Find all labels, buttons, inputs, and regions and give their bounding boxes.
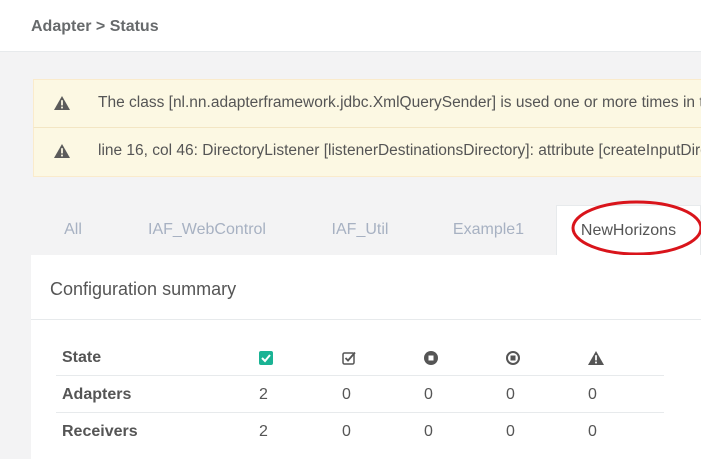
- warning-alert: The class [nl.nn.adapterframework.jdbc.X…: [33, 79, 701, 128]
- table-row: Adapters 2 0 0 0 0: [56, 376, 664, 413]
- state-column-header: State: [62, 349, 102, 366]
- stop-circle-dot-icon: [506, 351, 520, 365]
- count-error: 0: [588, 423, 597, 440]
- row-label: Adapters: [62, 386, 132, 403]
- tab-iaf-util[interactable]: IAF_Util: [299, 205, 421, 255]
- tab-newhorizons[interactable]: NewHorizons: [556, 205, 701, 255]
- tab-all[interactable]: All: [31, 205, 115, 255]
- warning-icon: [54, 144, 70, 158]
- count-stopping: 0: [506, 386, 515, 403]
- configuration-tabs: All IAF_WebControl IAF_Util Example1 New…: [31, 205, 701, 255]
- check-square-filled-icon: [259, 351, 273, 365]
- count-starting: 0: [342, 386, 351, 403]
- row-label: Receivers: [62, 423, 138, 440]
- warning-icon: [54, 96, 70, 110]
- alert-text: The class [nl.nn.adapterframework.jdbc.X…: [98, 94, 701, 111]
- count-started: 2: [259, 423, 268, 440]
- count-stopping: 0: [506, 423, 515, 440]
- breadcrumb: Adapter > Status: [31, 18, 159, 35]
- tab-iaf-webcontrol[interactable]: IAF_WebControl: [115, 205, 299, 255]
- table-header-row: State: [56, 339, 664, 376]
- tab-example1[interactable]: Example1: [421, 205, 556, 255]
- stop-circle-icon: [424, 351, 438, 365]
- warning-alert: line 16, col 46: DirectoryListener [list…: [33, 128, 701, 177]
- panel-title: Configuration summary: [50, 279, 237, 299]
- table-row: Receivers 2 0 0 0 0: [56, 413, 664, 450]
- count-started: 2: [259, 386, 268, 403]
- count-stopped: 0: [424, 386, 433, 403]
- warning-icon: [588, 351, 604, 365]
- count-starting: 0: [342, 423, 351, 440]
- check-square-outline-icon: [342, 351, 356, 365]
- panel-divider: [31, 319, 701, 320]
- page-header: Adapter > Status: [0, 0, 701, 52]
- alert-text: line 16, col 46: DirectoryListener [list…: [98, 142, 701, 159]
- count-stopped: 0: [424, 423, 433, 440]
- count-error: 0: [588, 386, 597, 403]
